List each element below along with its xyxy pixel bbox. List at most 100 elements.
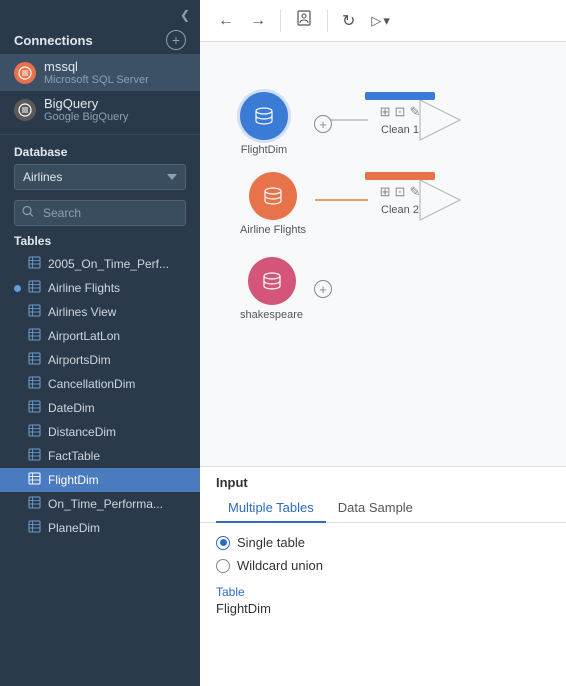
back-button[interactable]: ← (212, 9, 240, 33)
table-name-label: CancellationDim (48, 377, 135, 391)
single-table-option[interactable]: Single table (216, 535, 550, 550)
clean2-icons: ⊞ ⊡ ✎ (380, 184, 421, 200)
divider-1 (0, 134, 200, 135)
database-section: Database Airlines (0, 141, 200, 196)
shakespeare-db-icon (261, 270, 283, 292)
search-input[interactable] (14, 200, 186, 226)
flightdim-add-button[interactable]: + (314, 115, 332, 133)
back-icon: ← (218, 12, 234, 29)
toolbar-divider-1 (280, 10, 281, 32)
table-item[interactable]: Airline Flights (0, 276, 200, 300)
table-name-label: FlightDim (48, 473, 99, 487)
connection-item-bigquery[interactable]: BigQuery Google BigQuery (0, 91, 200, 128)
table-grid-icon (28, 400, 41, 416)
search-icon (22, 206, 34, 221)
table-item[interactable]: FactTable (0, 444, 200, 468)
mssql-name: mssql (44, 59, 149, 74)
connections-header: Connections + (0, 26, 200, 54)
table-name-label: DistanceDim (48, 425, 116, 439)
clean1-label: Clean 1 (381, 124, 419, 136)
table-grid-icon (28, 328, 41, 344)
table-name-label: Airline Flights (48, 281, 120, 295)
flightdim-label: FlightDim (241, 144, 287, 156)
connection-item-mssql[interactable]: mssql Microsoft SQL Server (0, 54, 200, 91)
tab-multiple-tables[interactable]: Multiple Tables (216, 494, 326, 523)
clean1-bar (365, 92, 435, 100)
table-item[interactable]: On_Time_Performa... (0, 492, 200, 516)
tab-content: Single table Wildcard union Table Flight… (200, 523, 566, 628)
tabs-row: Multiple Tables Data Sample (200, 494, 566, 523)
node-flightdim[interactable]: FlightDim (240, 92, 288, 156)
canvas-area: FlightDim + Airline Flights (200, 42, 566, 466)
table-grid-icon (28, 280, 41, 296)
table-item[interactable]: AirportLatLon (0, 324, 200, 348)
single-table-radio[interactable] (216, 536, 230, 550)
clean2-icon-3: ✎ (409, 184, 420, 200)
toolbar-divider-2 (327, 10, 328, 32)
node-clean2[interactable]: ⊞ ⊡ ✎ Clean 2 (365, 172, 435, 216)
shakespeare-label: shakespeare (240, 309, 303, 321)
clean2-bar (365, 172, 435, 180)
table-item[interactable]: DateDim (0, 396, 200, 420)
wildcard-union-radio[interactable] (216, 559, 230, 573)
sidebar: ❮ Connections + mssql Microsoft SQL Serv… (0, 0, 200, 686)
airline-flights-label: Airline Flights (240, 224, 306, 236)
node-shakespeare[interactable]: shakespeare (240, 257, 303, 321)
table-name-label: PlaneDim (48, 521, 100, 535)
refresh-icon: ↻ (342, 13, 355, 30)
table-item[interactable]: AirportsDim (0, 348, 200, 372)
table-grid-icon (28, 304, 41, 320)
run-icon: ▷ (371, 13, 381, 29)
collapse-icon[interactable]: ❮ (180, 8, 190, 22)
main-panel: ← → ↻ ▷ ▾ (200, 0, 566, 686)
table-grid-icon (28, 424, 41, 440)
node-airline-flights[interactable]: Airline Flights (240, 172, 306, 236)
bigquery-icon (14, 99, 36, 121)
clean2-label: Clean 2 (381, 204, 419, 216)
table-grid-icon (28, 496, 41, 512)
clean1-icon-2: ⊡ (395, 104, 406, 120)
tab-data-sample[interactable]: Data Sample (326, 494, 425, 523)
add-connection-button[interactable]: + (166, 30, 186, 50)
collapse-btn[interactable]: ❮ (0, 0, 200, 26)
mssql-icon (14, 62, 36, 84)
refresh-button[interactable]: ↻ (336, 8, 361, 34)
table-item[interactable]: Airlines View (0, 300, 200, 324)
table-grid-icon (28, 352, 41, 368)
table-name-label: 2005_On_Time_Perf... (48, 257, 169, 271)
table-grid-icon (28, 520, 41, 536)
tables-list: 2005_On_Time_Perf... Airline Flights Air… (0, 252, 200, 686)
bookmark-button[interactable] (289, 6, 319, 35)
mssql-sub: Microsoft SQL Server (44, 74, 149, 86)
node-clean1[interactable]: ⊞ ⊡ ✎ Clean 1 (365, 92, 435, 136)
table-item[interactable]: FlightDim (0, 468, 200, 492)
table-item[interactable]: CancellationDim (0, 372, 200, 396)
forward-button[interactable]: → (244, 9, 272, 33)
table-name-label: DateDim (48, 401, 95, 415)
table-item[interactable]: DistanceDim (0, 420, 200, 444)
input-header: Input (200, 467, 566, 494)
table-item[interactable]: 2005_On_Time_Perf... (0, 252, 200, 276)
table-field-label: Table (216, 585, 550, 599)
wildcard-union-option[interactable]: Wildcard union (216, 558, 550, 573)
table-item[interactable]: PlaneDim (0, 516, 200, 540)
table-name-label: On_Time_Performa... (48, 497, 163, 511)
shakespeare-add-button[interactable]: + (314, 280, 332, 298)
clean1-icon-3: ✎ (409, 104, 420, 120)
flightdim-db-icon (253, 105, 275, 127)
bigquery-sub: Google BigQuery (44, 111, 128, 123)
run-button[interactable]: ▷ ▾ (365, 10, 396, 32)
table-grid-icon (28, 448, 41, 464)
airline-flights-db-icon (262, 185, 284, 207)
table-name-label: AirportLatLon (48, 329, 120, 343)
clean2-icon-1: ⊞ (380, 184, 391, 200)
table-grid-icon (28, 376, 41, 392)
clean1-icon-1: ⊞ (380, 104, 391, 120)
radio-group: Single table Wildcard union (216, 535, 550, 573)
connections-label: Connections (14, 33, 93, 48)
toolbar: ← → ↻ ▷ ▾ (200, 0, 566, 42)
table-name-label: FactTable (48, 449, 100, 463)
database-select[interactable]: Airlines (14, 164, 186, 190)
bigquery-info: BigQuery Google BigQuery (44, 96, 128, 123)
clean1-icons: ⊞ ⊡ ✎ (380, 104, 421, 120)
